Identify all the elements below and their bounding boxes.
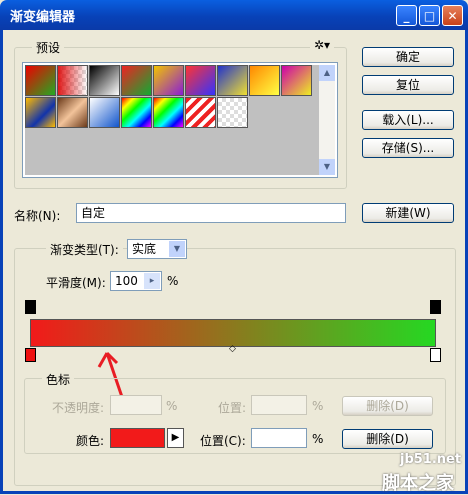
preset-swatch[interactable] [153,97,184,128]
preset-swatch[interactable] [57,97,88,128]
smoothness-percent: % [167,274,179,288]
presets-label: 预设 [32,39,65,56]
preset-scrollbar[interactable]: ▲ ▼ [319,65,335,175]
location-input [251,395,307,415]
midpoint-diamond-icon[interactable]: ◇ [229,344,236,354]
color-label: 颜色: [76,434,105,448]
color-stop-left[interactable] [25,348,36,362]
gradient-preview-bar[interactable] [30,319,436,347]
gradient-type-label: 渐变类型(T): [46,241,123,258]
preset-swatch[interactable] [89,65,120,96]
opacity-stop-left[interactable] [25,300,36,314]
location2-input[interactable] [251,428,307,448]
preset-list[interactable]: ▲ ▼ [22,62,338,178]
chevron-down-icon[interactable]: ▼ [169,241,185,257]
save-button[interactable]: 存储(S)... [362,138,454,158]
ok-button[interactable]: 确定 [362,47,454,67]
preset-swatch[interactable] [249,65,280,96]
title-bar: 渐变编辑器 _ □ ✕ [0,0,468,30]
preset-swatch[interactable] [153,65,184,96]
preset-swatch[interactable] [25,65,56,96]
opacity-stop-right[interactable] [430,300,441,314]
gear-icon[interactable]: ✲▾ [310,38,335,52]
color-stop-right[interactable] [430,348,441,362]
preset-swatch-area [25,65,321,175]
scroll-up-icon[interactable]: ▲ [319,65,335,81]
preset-swatch[interactable] [185,97,216,128]
preset-swatch[interactable] [281,65,312,96]
minimize-icon[interactable]: _ [396,5,417,26]
reset-button[interactable]: 复位 [362,75,454,95]
location2-percent: % [312,432,324,446]
opacity-input [110,395,162,415]
opacity-label: 不透明度: [52,401,105,415]
name-input[interactable]: 自定 [76,203,346,223]
location-percent: % [312,399,324,413]
load-button[interactable]: 载入(L)... [362,110,454,130]
smoothness-label: 平滑度(M): [46,276,106,290]
smoothness-slider-icon[interactable]: ▸ [144,273,160,289]
preset-swatch[interactable] [217,97,248,128]
preset-swatch[interactable] [57,65,88,96]
maximize-icon[interactable]: □ [419,5,440,26]
preset-swatch[interactable] [121,65,152,96]
watermark-site: jb51.net [400,452,462,467]
smoothness-value: 100 [115,274,138,288]
preset-swatch[interactable] [89,97,120,128]
close-icon[interactable]: ✕ [442,5,463,26]
color-swatch[interactable] [110,428,165,448]
color-picker-arrow-icon[interactable]: ▶ [167,428,184,448]
delete-button[interactable]: 删除(D) [342,429,433,449]
delete-button-disabled: 删除(D) [342,396,433,416]
name-label: 名称(N): [14,209,61,223]
opacity-percent: % [166,399,178,413]
smoothness-input[interactable]: 100 ▸ [110,271,162,291]
preset-swatch[interactable] [25,97,56,128]
window-title: 渐变编辑器 [10,10,76,25]
new-button[interactable]: 新建(W) [362,203,454,223]
scroll-down-icon[interactable]: ▼ [319,159,335,175]
location-label: 位置: [218,401,247,415]
preset-swatch[interactable] [185,65,216,96]
gradient-type-select[interactable]: 实底 ▼ [127,239,187,259]
watermark-text: 脚本之家 [382,473,454,494]
stops-label: 色标 [42,371,75,388]
preset-swatch[interactable] [121,97,152,128]
gradient-type-value: 实底 [132,242,157,256]
preset-swatch[interactable] [217,65,248,96]
location2-label: 位置(C): [200,434,246,448]
